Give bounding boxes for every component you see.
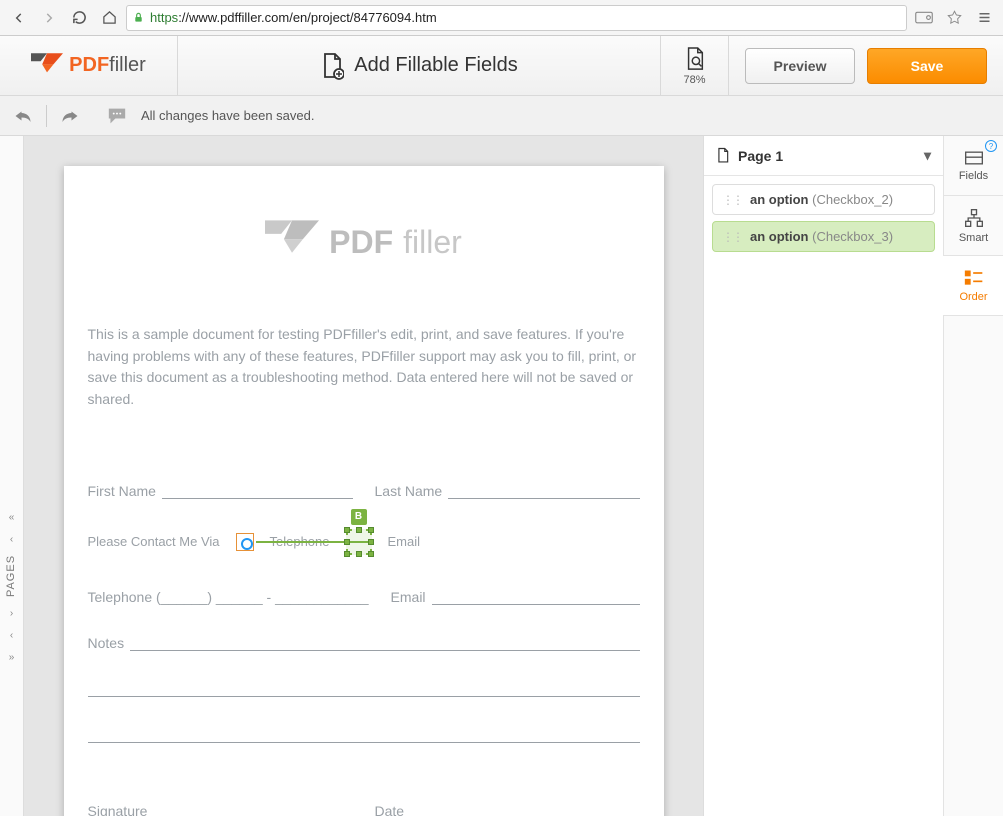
zoom-percent: 78% (683, 74, 705, 86)
pages-label: PAGES (6, 555, 18, 597)
notes-label: Notes (88, 635, 125, 651)
pages-first-icon[interactable]: « (2, 506, 22, 528)
save-button[interactable]: Save (867, 48, 987, 84)
menu-icon[interactable] (971, 5, 997, 31)
browser-chrome: https://www.pdffiller.com/en/project/847… (0, 0, 1003, 36)
first-name-line (162, 483, 353, 499)
page-title: Add Fillable Fields (354, 54, 517, 77)
app-logo[interactable]: PDFfiller (0, 36, 178, 95)
field-list-item[interactable]: ⋮⋮an option (Checkbox_3) (712, 221, 935, 252)
pages-next-icon[interactable]: › (2, 602, 22, 624)
notes-line (130, 635, 639, 651)
notes-line-2 (88, 681, 640, 697)
redo-icon[interactable] (61, 109, 79, 123)
back-icon[interactable] (6, 5, 32, 31)
preview-button[interactable]: Preview (745, 48, 855, 84)
notes-line-3 (88, 727, 640, 743)
page-selector-label: Page 1 (738, 148, 783, 164)
tab-order[interactable]: Order (944, 256, 1003, 316)
app-header: PDFfiller Add Fillable Fields 78% Previe… (0, 36, 1003, 96)
smart-icon (964, 208, 984, 228)
checkbox-email-selected[interactable]: B (346, 529, 372, 555)
last-name-label: Last Name (375, 483, 443, 499)
right-tabs: ? Fields Smart Order (943, 136, 1003, 816)
logo-filler-text: filler (109, 54, 146, 76)
status-bar: All changes have been saved. (0, 96, 1003, 136)
header-actions: Preview Save (729, 36, 1003, 95)
email-line (432, 589, 640, 605)
zoom-indicator[interactable]: 78% (661, 36, 729, 95)
field-list-item[interactable]: ⋮⋮an option (Checkbox_2) (712, 184, 935, 215)
divider (46, 105, 47, 127)
email-label: Email (391, 589, 426, 605)
tab-fields[interactable]: Fields (944, 136, 1003, 196)
pages-strip: « ‹ PAGES › ‹ » (0, 136, 24, 816)
order-icon (964, 269, 984, 287)
main-area: « ‹ PAGES › ‹ » PDFfiller This is a samp… (0, 136, 1003, 816)
status-message: All changes have been saved. (141, 108, 314, 123)
home-icon[interactable] (96, 5, 122, 31)
forward-icon[interactable] (36, 5, 62, 31)
url-text: ://www.pdffiller.com/en/project/84776094… (178, 10, 436, 25)
document-watermark: PDFfiller (88, 220, 640, 264)
first-name-label: First Name (88, 483, 156, 499)
pages-prev-icon[interactable]: ‹ (2, 528, 22, 550)
url-bar[interactable]: https://www.pdffiller.com/en/project/847… (126, 5, 907, 31)
url-protocol: https (150, 10, 178, 25)
undo-icon[interactable] (14, 109, 32, 123)
title-area: Add Fillable Fields (178, 36, 661, 95)
lock-icon (133, 11, 144, 24)
field-panel: Page 1 ▾ ⋮⋮an option (Checkbox_2) ⋮⋮an op… (703, 136, 943, 816)
page-icon (716, 147, 730, 164)
drag-grip-icon[interactable]: ⋮⋮ (722, 193, 742, 207)
page-selector[interactable]: Page 1 ▾ (704, 136, 943, 176)
last-name-line (448, 483, 639, 499)
email-option-label: Email (388, 534, 421, 549)
document-page[interactable]: PDFfiller This is a sample document for … (64, 166, 664, 816)
date-label: Date (375, 803, 405, 816)
pdffiller-logo-icon (31, 53, 63, 79)
contact-via-label: Please Contact Me Via (88, 534, 220, 549)
pages-last-icon[interactable]: » (2, 646, 22, 668)
canvas[interactable]: PDFfiller This is a sample document for … (24, 136, 703, 816)
comment-icon[interactable] (107, 107, 127, 125)
signature-line (153, 803, 352, 816)
document-fields-icon (320, 52, 344, 80)
signature-label: Signature (88, 803, 148, 816)
date-line (410, 803, 639, 816)
reader-icon[interactable] (911, 5, 937, 31)
zoom-doc-icon (684, 46, 706, 72)
fields-icon (964, 150, 984, 166)
logo-pdf-text: PDF (69, 54, 109, 76)
drag-grip-icon[interactable]: ⋮⋮ (722, 230, 742, 244)
pages-collapse-icon[interactable]: ‹ (2, 624, 22, 646)
document-intro: This is a sample document for testing PD… (88, 324, 640, 411)
telephone-label: Telephone (______) ______ - ____________ (88, 589, 369, 605)
checkbox-telephone[interactable] (236, 533, 254, 551)
field-badge: B (351, 509, 367, 525)
chevron-down-icon: ▾ (924, 147, 931, 164)
reload-icon[interactable] (66, 5, 92, 31)
bookmark-icon[interactable] (941, 5, 967, 31)
tab-smart[interactable]: Smart (944, 196, 1003, 256)
